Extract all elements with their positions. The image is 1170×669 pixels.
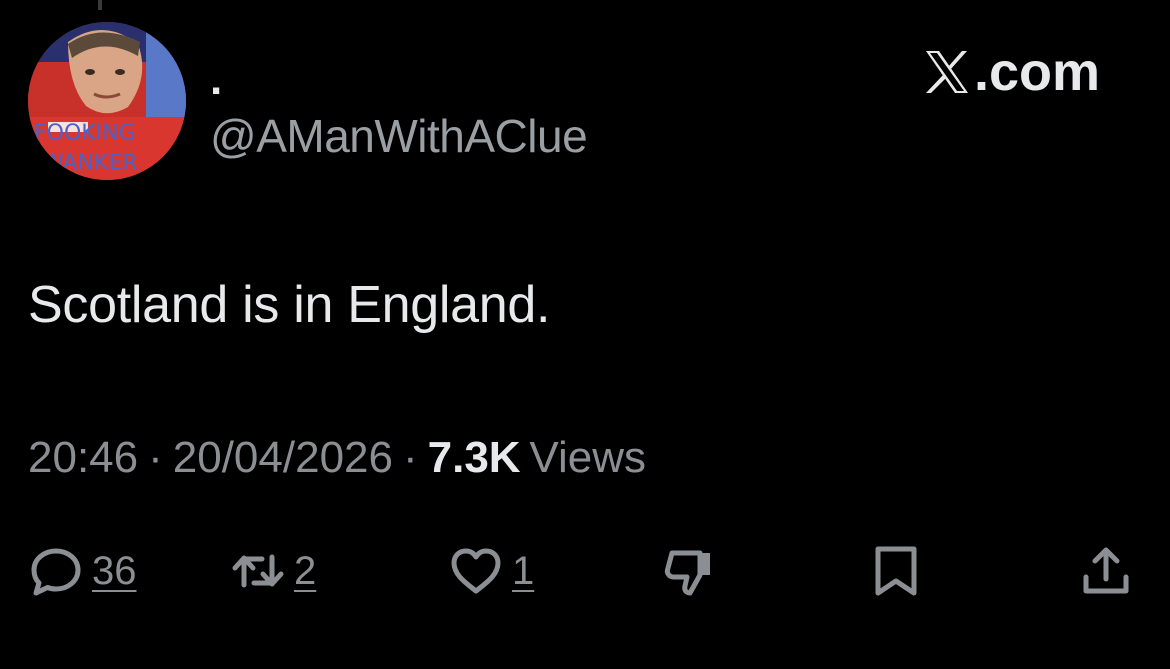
retweet-button[interactable]: 2 <box>230 536 316 606</box>
like-button[interactable]: 1 <box>448 536 534 606</box>
brand-watermark: .com <box>922 42 1100 102</box>
reply-icon <box>31 548 81 596</box>
dislike-button[interactable] <box>660 536 716 606</box>
avatar-image: FOOKING WANKER <box>28 22 186 180</box>
tweet-text: Scotland is in England. <box>28 276 551 334</box>
like-count[interactable]: 1 <box>512 549 534 594</box>
thumbs-down-icon <box>664 550 710 596</box>
retweet-count[interactable]: 2 <box>294 549 316 594</box>
share-icon <box>1083 547 1129 594</box>
avatar[interactable]: FOOKING WANKER <box>28 22 186 180</box>
views-count[interactable]: 7.3K <box>428 433 521 482</box>
tweet-date[interactable]: 20/04/2026 <box>173 433 393 482</box>
reply-button[interactable]: 36 <box>28 536 137 606</box>
bookmark-button[interactable] <box>868 536 924 606</box>
tweet-actions-bar: 36 2 1 <box>0 536 1170 606</box>
author-handle[interactable]: @AManWithAClue <box>210 106 588 166</box>
brand-name: .com <box>973 42 1100 102</box>
tweet-time[interactable]: 20:46 <box>28 433 138 482</box>
tweet-meta: 20:46 · 20/04/2026 · 7.3K Views <box>28 428 646 488</box>
meta-separator: · <box>402 433 418 482</box>
retweet-icon <box>232 554 284 588</box>
avatar-caption-line2: WANKER <box>42 151 138 176</box>
bookmark-icon <box>875 546 917 596</box>
reply-count[interactable]: 36 <box>92 549 137 594</box>
meta-separator: · <box>148 433 163 482</box>
avatar-caption-line1: FOOKING <box>34 121 136 146</box>
scroll-indicator <box>98 0 102 10</box>
views-label: Views <box>529 433 646 482</box>
x-logo-icon <box>925 51 968 93</box>
heart-icon <box>451 548 501 594</box>
author-display-name[interactable]: . <box>210 50 222 110</box>
share-button[interactable] <box>1078 536 1134 606</box>
